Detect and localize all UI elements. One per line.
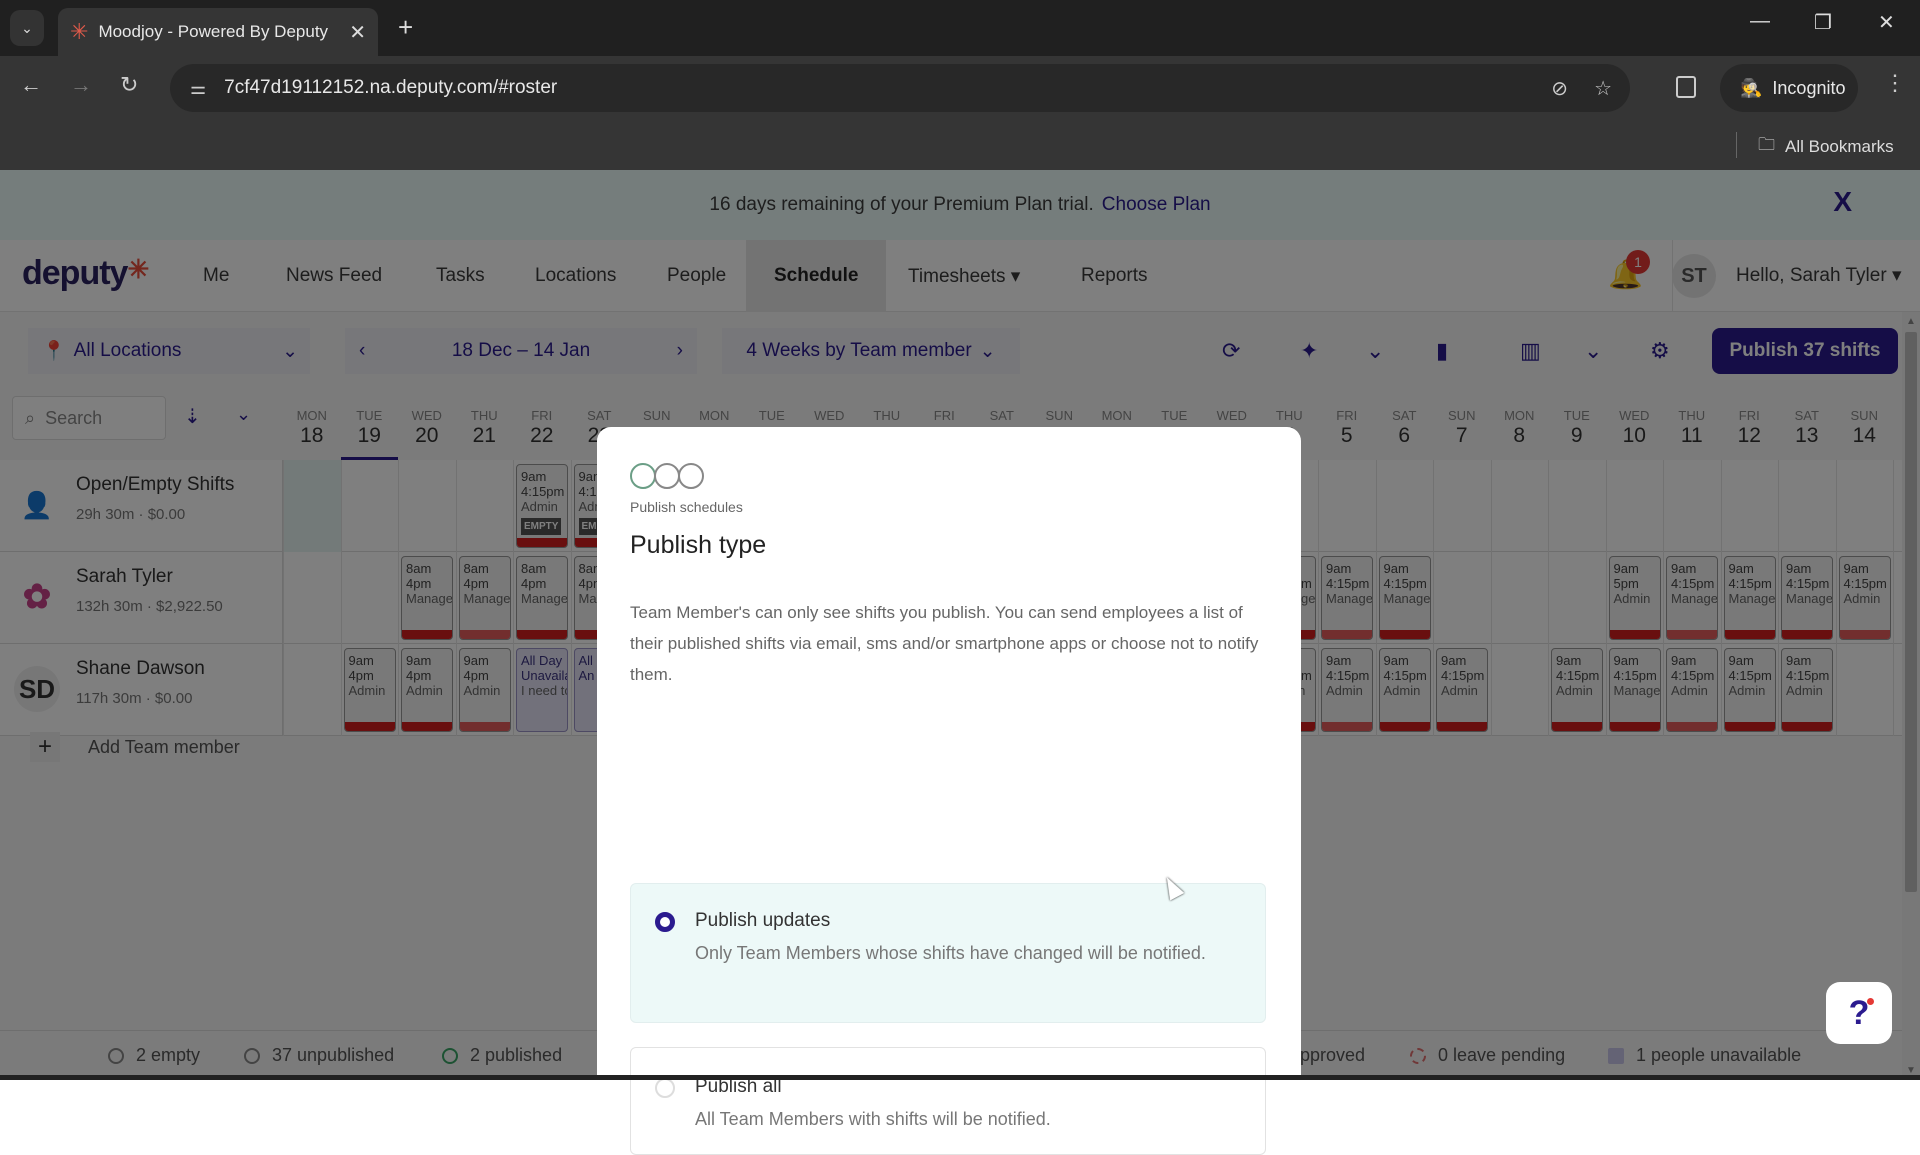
taskbar-edge <box>0 1075 1920 1080</box>
incognito-indicator[interactable]: 🕵 Incognito <box>1720 64 1858 112</box>
option-publish-updates[interactable]: Publish updates Only Team Members whose … <box>630 883 1266 1023</box>
help-notification-dot <box>1867 998 1874 1005</box>
option-description: All Team Members with shifts will be not… <box>695 1109 1051 1129</box>
tab-search-button[interactable]: ⌄ <box>10 10 44 46</box>
restore-icon[interactable]: ❐ <box>1814 10 1832 35</box>
new-tab-button[interactable]: + <box>398 12 413 43</box>
divider <box>1736 132 1737 158</box>
modal-title: Publish type <box>630 531 767 559</box>
menu-kebab-icon[interactable]: ⋮ <box>1884 70 1906 96</box>
option-description: Only Team Members whose shifts have chan… <box>695 943 1206 963</box>
eye-off-icon[interactable]: ⊘ <box>1551 76 1568 101</box>
radio-publish-updates[interactable] <box>655 912 675 932</box>
option-label: Publish updates <box>695 910 831 931</box>
incognito-label: Incognito <box>1772 77 1846 98</box>
step-3-circle <box>678 463 704 489</box>
modal-description: Team Member's can only see shifts you pu… <box>630 603 1259 684</box>
star-icon[interactable]: ☆ <box>1594 76 1612 101</box>
url-text: 7cf47d19112152.na.deputy.com/#roster <box>224 77 558 98</box>
close-tab-icon[interactable]: ✕ <box>349 20 366 45</box>
forward-icon[interactable]: → <box>70 72 92 98</box>
address-bar[interactable]: ⚌ 7cf47d19112152.na.deputy.com/#roster ⊘… <box>170 64 1630 112</box>
step-2-circle <box>654 463 680 489</box>
publish-modal: Publish schedules Publish type Team Memb… <box>597 427 1301 1155</box>
site-info-icon[interactable]: ⚌ <box>190 78 206 99</box>
help-button[interactable]: ? <box>1826 982 1892 1044</box>
all-bookmarks-label: All Bookmarks <box>1785 136 1894 156</box>
step-1-circle <box>630 463 656 489</box>
option-publish-all[interactable]: Publish all All Team Members with shifts… <box>630 1047 1266 1155</box>
bookmarks-bar: 🗀 All Bookmarks <box>0 120 1920 170</box>
back-icon[interactable]: ← <box>20 72 42 98</box>
side-panel-icon[interactable] <box>1676 76 1696 98</box>
chevron-down-icon: ⌄ <box>21 19 33 36</box>
deputy-favicon-icon: ✳ <box>70 19 89 44</box>
radio-publish-all[interactable] <box>655 1078 675 1098</box>
close-window-icon[interactable]: ✕ <box>1878 10 1895 35</box>
step-indicator <box>630 463 704 489</box>
incognito-icon: 🕵 <box>1740 77 1763 98</box>
browser-tab-bar: ⌄ ✳ Moodjoy - Powered By Deputy ✕ + — ❐ … <box>0 0 1920 56</box>
reload-icon[interactable]: ↻ <box>120 72 138 98</box>
minimize-icon[interactable]: — <box>1750 10 1770 33</box>
deputy-app: 16 days remaining of your Premium Plan t… <box>0 170 1920 1155</box>
browser-toolbar: ← → ↻ ⚌ 7cf47d19112152.na.deputy.com/#ro… <box>0 56 1920 120</box>
modal-eyebrow: Publish schedules <box>630 499 743 515</box>
browser-tab[interactable]: ✳ Moodjoy - Powered By Deputy ✕ <box>58 8 378 56</box>
folder-icon: 🗀 <box>1758 135 1775 154</box>
tab-title: Moodjoy - Powered By Deputy <box>98 22 329 41</box>
all-bookmarks-button[interactable]: 🗀 All Bookmarks <box>1758 132 1894 161</box>
